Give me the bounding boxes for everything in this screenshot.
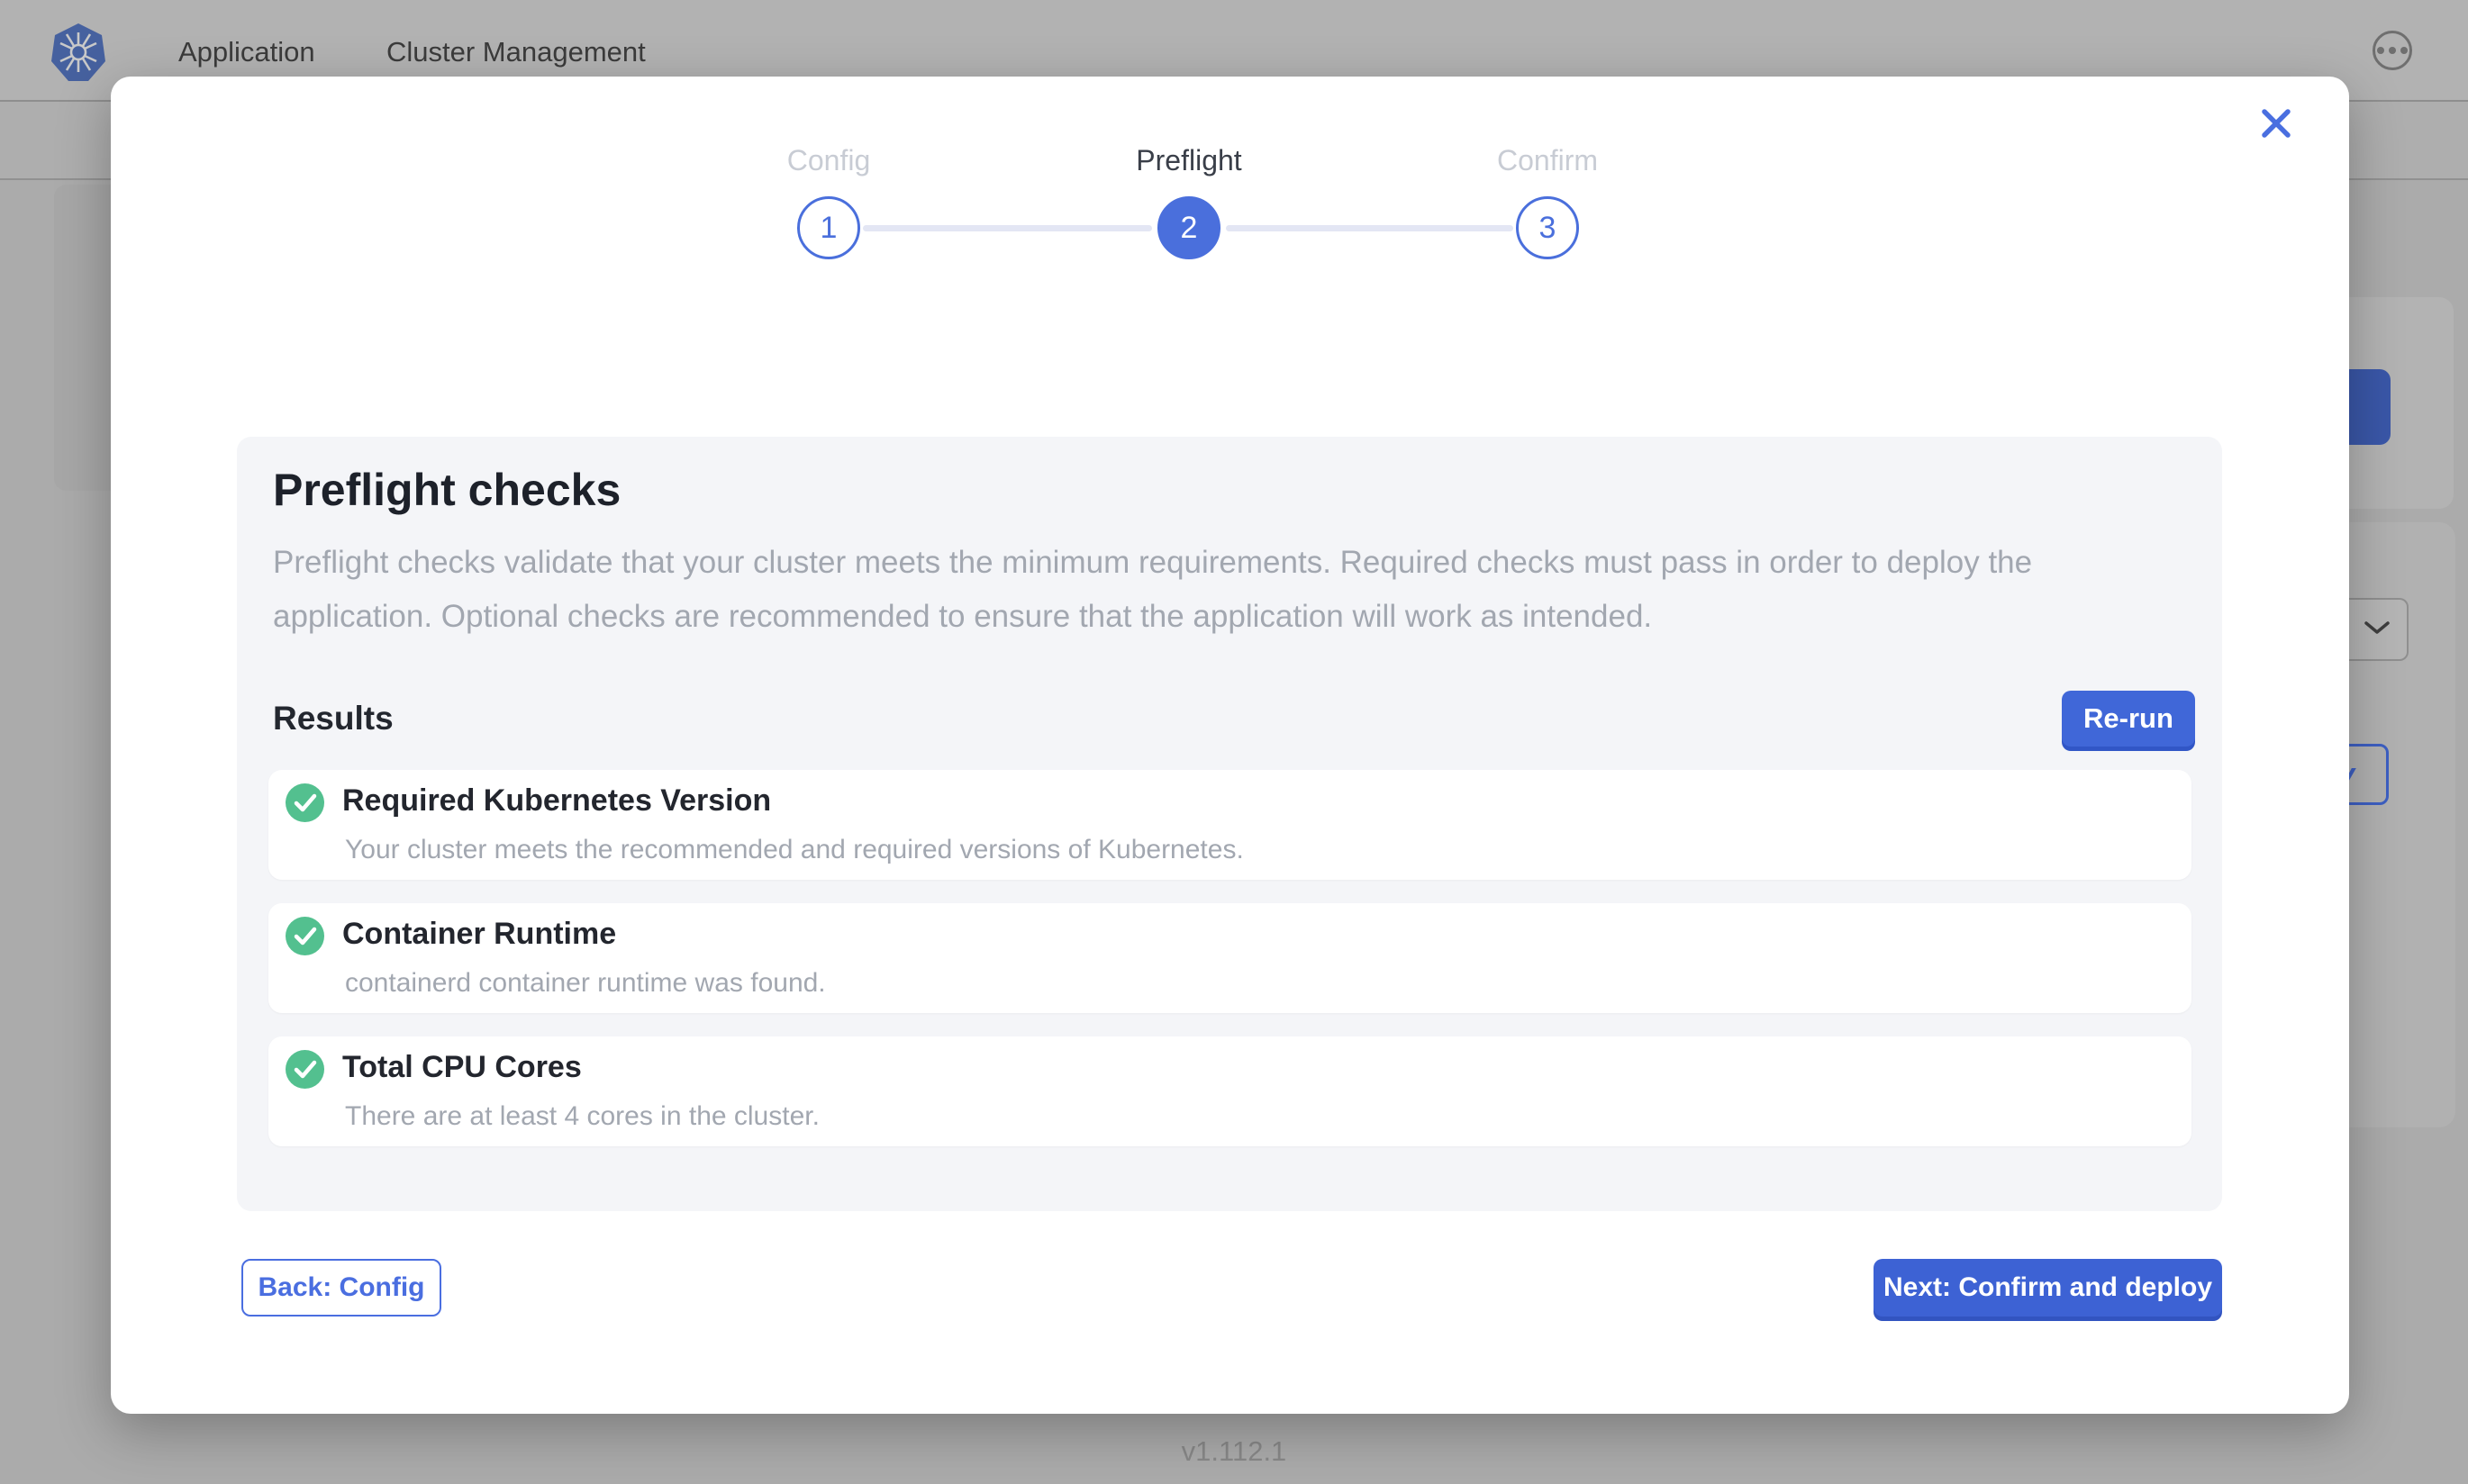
check-message: containerd container runtime was found. — [345, 968, 826, 999]
step-label-confirm: Confirm — [1497, 144, 1598, 177]
check-pass-icon — [286, 1050, 324, 1089]
check-message: There are at least 4 cores in the cluste… — [345, 1101, 820, 1132]
page-title: Preflight checks — [273, 464, 2222, 516]
back-config-button[interactable]: Back: Config — [241, 1259, 441, 1317]
check-title: Required Kubernetes Version — [342, 783, 771, 819]
step-circle-1[interactable]: 1 — [797, 196, 860, 259]
check-message: Your cluster meets the recommended and r… — [345, 835, 1244, 865]
step-label-config: Config — [787, 144, 871, 177]
nav-item-application[interactable]: Application — [178, 36, 315, 68]
check-result-row: Required Kubernetes Version Your cluster… — [268, 770, 2191, 880]
results-heading: Results — [273, 700, 394, 737]
step-circle-2[interactable]: 2 — [1157, 196, 1220, 259]
rerun-button[interactable]: Re-run — [2062, 691, 2195, 747]
step-label-preflight: Preflight — [1136, 144, 1241, 177]
step-connector — [1226, 225, 1513, 231]
check-pass-icon — [286, 917, 324, 955]
check-title: Container Runtime — [342, 917, 616, 952]
preflight-panel: Preflight checks Preflight checks valida… — [237, 437, 2222, 1211]
nav-item-cluster-management[interactable]: Cluster Management — [386, 36, 646, 68]
version-label: v1.112.1 — [0, 1435, 2468, 1468]
check-pass-icon — [286, 783, 324, 822]
more-options-icon[interactable] — [2373, 31, 2412, 70]
check-title: Total CPU Cores — [342, 1050, 582, 1085]
check-result-row: Total CPU Cores There are at least 4 cor… — [268, 1036, 2191, 1146]
step-circle-3[interactable]: 3 — [1516, 196, 1579, 259]
close-icon[interactable] — [2259, 106, 2293, 140]
check-result-row: Container Runtime containerd container r… — [268, 903, 2191, 1013]
chevron-down-icon — [2364, 620, 2391, 640]
preflight-description: Preflight checks validate that your clus… — [273, 536, 2182, 644]
next-confirm-deploy-button[interactable]: Next: Confirm and deploy — [1874, 1259, 2222, 1317]
preflight-modal: Config Preflight Confirm 1 2 3 Preflight… — [111, 77, 2349, 1414]
kubernetes-logo-icon — [51, 23, 105, 81]
step-connector — [863, 225, 1152, 231]
